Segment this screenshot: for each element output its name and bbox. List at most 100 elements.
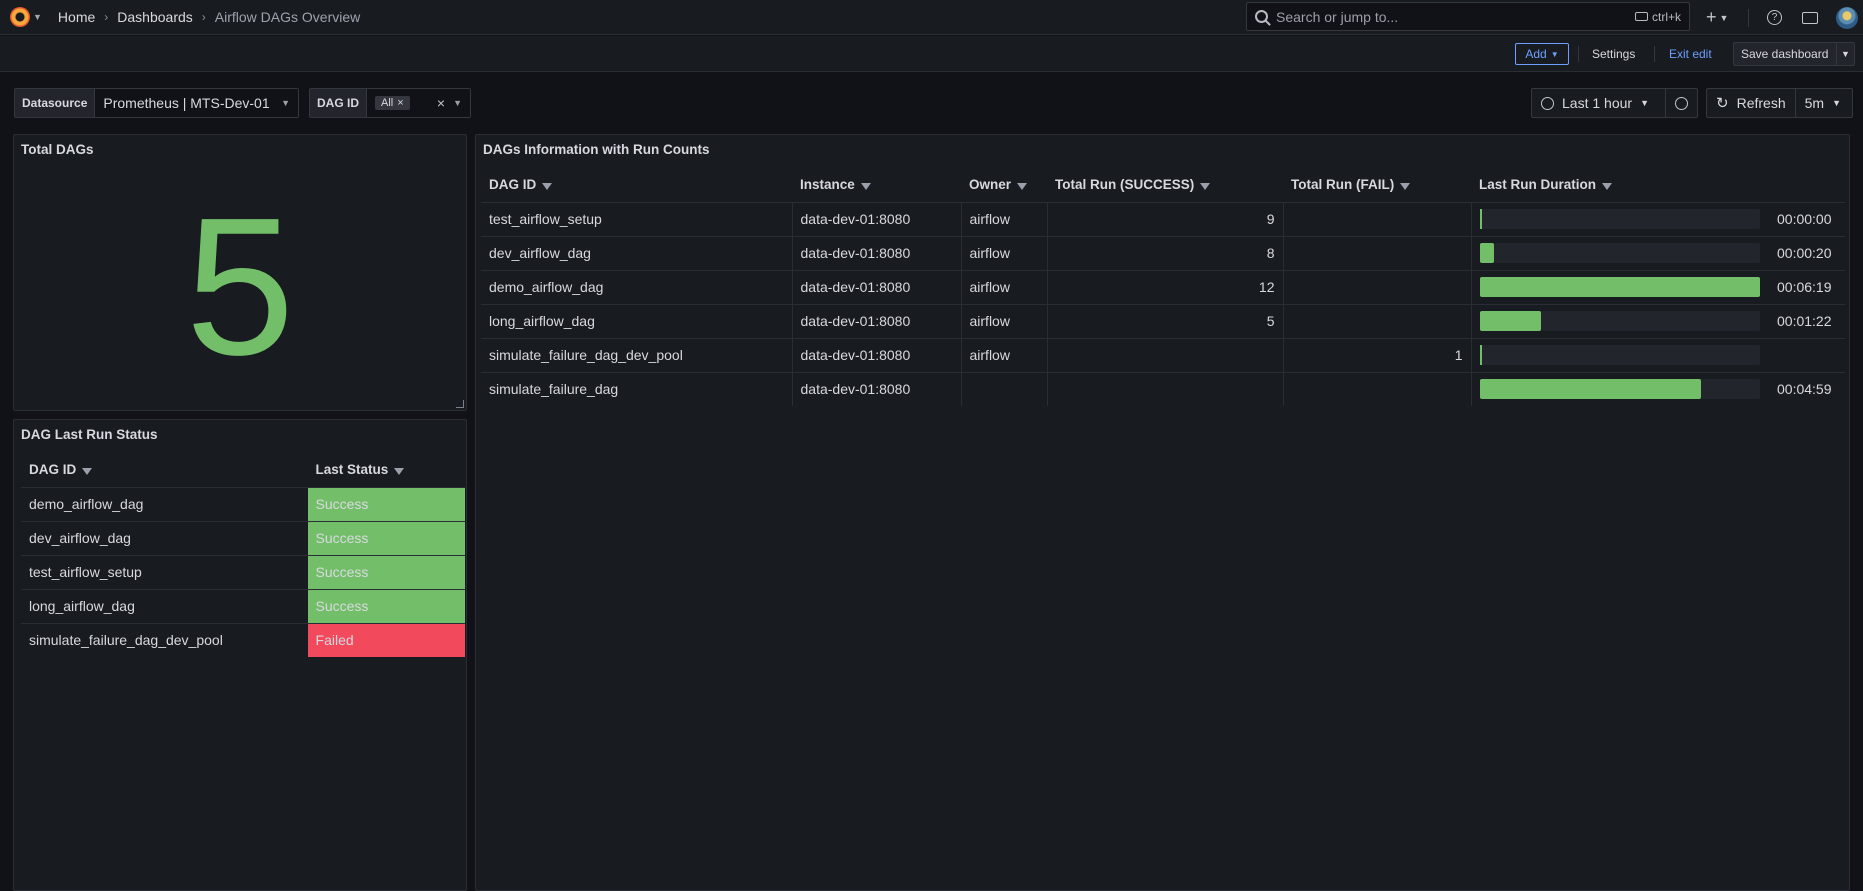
duration-gauge: 00:01:22 bbox=[1479, 311, 1838, 331]
owner-cell: airflow bbox=[961, 269, 1048, 304]
duration-gauge: 00:00:00 bbox=[1479, 209, 1838, 229]
success-count-cell: 5 bbox=[1047, 303, 1284, 338]
breadcrumb-dashboards[interactable]: Dashboards bbox=[117, 9, 193, 25]
dag-id-cell: dev_airflow_dag bbox=[21, 520, 308, 555]
refresh-icon: ↻ bbox=[1716, 95, 1729, 112]
filter-icon[interactable] bbox=[394, 468, 405, 476]
refresh-button[interactable]: ↻ Refresh bbox=[1707, 89, 1796, 117]
total-dags-value: 5 bbox=[185, 177, 295, 396]
dag-id-cell: simulate_failure_dag_dev_pool bbox=[481, 337, 793, 372]
divider bbox=[1748, 8, 1749, 27]
filter-icon[interactable] bbox=[1602, 183, 1612, 191]
keyboard-shortcut: ctrl+k bbox=[1634, 10, 1681, 24]
table-row: simulate_failure_dag_dev_pool data-dev-01… bbox=[481, 337, 1845, 372]
filter-icon[interactable] bbox=[1017, 183, 1028, 191]
time-range-button[interactable]: Last 1 hour ▼ bbox=[1532, 89, 1666, 117]
column-header-dag-id[interactable]: DAG ID bbox=[481, 168, 792, 202]
dag-id-chip[interactable]: All × bbox=[375, 96, 410, 110]
datasource-select[interactable]: Prometheus | MTS-Dev-01 ▼ bbox=[95, 89, 298, 117]
help-icon[interactable]: ? bbox=[1767, 10, 1782, 25]
column-header-owner[interactable]: Owner bbox=[961, 168, 1047, 202]
table-header-row: DAG ID Instance Owner Total Run (SUCCESS… bbox=[481, 168, 1845, 202]
duration-bar-fill bbox=[1479, 243, 1494, 263]
filter-icon[interactable] bbox=[1200, 183, 1211, 191]
instance-cell: data-dev-01:8080 bbox=[792, 371, 962, 406]
info-table-body: test_airflow_setup data-dev-01:8080 airflo… bbox=[481, 201, 1845, 406]
column-label: Instance bbox=[800, 177, 855, 193]
datasource-value: Prometheus | MTS-Dev-01 bbox=[103, 95, 270, 111]
total-dags-panel[interactable]: Total DAGs 5 bbox=[13, 134, 467, 411]
topbar-actions: + ▼ ? bbox=[1700, 0, 1858, 35]
keyboard-icon bbox=[1634, 12, 1648, 21]
column-label: Last Run Duration bbox=[1479, 177, 1596, 193]
filter-icon[interactable] bbox=[542, 183, 553, 191]
column-header-last-status[interactable]: Last Status bbox=[308, 453, 465, 487]
filter-icon[interactable] bbox=[1400, 183, 1411, 191]
column-label: Total Run (SUCCESS) bbox=[1055, 177, 1195, 193]
column-header-total-run-fail[interactable]: Total Run (FAIL) bbox=[1283, 168, 1471, 202]
duration-gauge: 00:00:20 bbox=[1479, 243, 1838, 263]
table-row: simulate_failure_dag_dev_pool Failed bbox=[21, 622, 465, 657]
breadcrumb-home[interactable]: Home bbox=[58, 9, 95, 25]
status-cell: Failed bbox=[307, 622, 465, 657]
settings-button[interactable]: Settings bbox=[1592, 43, 1635, 65]
search-input[interactable]: Search or jump to... ctrl+k bbox=[1246, 2, 1690, 31]
dag-last-run-status-panel[interactable]: DAG Last Run Status DAG ID Last Status d… bbox=[13, 419, 467, 891]
refresh-interval-value: 5m bbox=[1804, 95, 1825, 111]
time-range-label: Last 1 hour bbox=[1562, 95, 1633, 111]
column-header-last-run-duration[interactable]: Last Run Duration bbox=[1471, 168, 1845, 202]
dag-id-cell: long_airflow_dag bbox=[21, 588, 308, 623]
duration-value: 00:00:00 bbox=[1777, 211, 1832, 227]
new-menu-button[interactable]: + ▼ bbox=[1706, 7, 1740, 28]
owner-cell: airflow bbox=[961, 303, 1048, 338]
fail-count-cell bbox=[1283, 269, 1472, 304]
kiosk-mode-icon[interactable] bbox=[1802, 11, 1818, 24]
instance-cell: data-dev-01:8080 bbox=[792, 337, 962, 372]
duration-bar bbox=[1479, 277, 1760, 297]
column-header-instance[interactable]: Instance bbox=[792, 168, 961, 202]
search-icon bbox=[1255, 10, 1268, 23]
duration-bar-fill bbox=[1479, 209, 1482, 229]
filter-icon[interactable] bbox=[860, 183, 871, 191]
success-count-cell: 12 bbox=[1047, 269, 1284, 304]
zoom-out-button[interactable] bbox=[1666, 89, 1697, 117]
panel-title: DAG Last Run Status bbox=[21, 427, 158, 442]
resize-handle-icon[interactable] bbox=[456, 400, 464, 408]
grafana-logo-icon[interactable] bbox=[10, 7, 30, 27]
zoom-out-icon bbox=[1675, 96, 1688, 110]
dags-information-panel[interactable]: DAGs Information with Run Counts DAG ID … bbox=[475, 134, 1850, 891]
chip-label: All bbox=[381, 97, 394, 109]
duration-value: 00:00:20 bbox=[1777, 245, 1832, 261]
column-header-total-run-success[interactable]: Total Run (SUCCESS) bbox=[1047, 168, 1283, 202]
status-cell: Success bbox=[307, 554, 465, 589]
dag-id-select[interactable]: All × × ▼ bbox=[367, 89, 470, 117]
dag-id-cell: test_airflow_setup bbox=[481, 201, 793, 236]
refresh-interval-select[interactable]: 5m ▼ bbox=[1796, 89, 1850, 117]
duration-bar bbox=[1479, 379, 1760, 400]
time-picker: Last 1 hour ▼ bbox=[1531, 88, 1698, 118]
exit-edit-button[interactable]: Exit edit bbox=[1669, 43, 1712, 65]
status-cell: Success bbox=[307, 486, 465, 521]
column-header-dag-id[interactable]: DAG ID bbox=[21, 453, 308, 487]
clear-icon[interactable]: × bbox=[437, 95, 445, 111]
chevron-down-icon[interactable]: ▼ bbox=[33, 12, 42, 22]
dag-id-cell: long_airflow_dag bbox=[481, 303, 793, 338]
table-row: dev_airflow_dag data-dev-01:8080 airflow 8 0… bbox=[481, 235, 1845, 270]
remove-chip-icon[interactable]: × bbox=[397, 97, 403, 109]
duration-cell: 00:00:20 bbox=[1471, 235, 1845, 270]
chevron-down-icon[interactable]: ▼ bbox=[1836, 43, 1854, 65]
duration-gauge bbox=[1479, 345, 1838, 365]
breadcrumb-current: Airflow DAGs Overview bbox=[214, 9, 361, 25]
breadcrumb-separator-icon: › bbox=[201, 10, 206, 24]
dags-info-table: DAG ID Instance Owner Total Run (SUCCESS… bbox=[481, 168, 1845, 406]
duration-value: 00:04:59 bbox=[1777, 381, 1832, 398]
duration-bar bbox=[1479, 209, 1760, 229]
add-button[interactable]: Add ▼ bbox=[1515, 43, 1569, 65]
instance-cell: data-dev-01:8080 bbox=[792, 269, 962, 304]
user-avatar[interactable] bbox=[1836, 6, 1858, 29]
duration-bar-fill bbox=[1479, 277, 1760, 297]
duration-bar-fill bbox=[1479, 379, 1701, 400]
duration-gauge: 00:06:19 bbox=[1479, 277, 1838, 297]
filter-icon[interactable] bbox=[82, 468, 93, 476]
save-dashboard-button[interactable]: Save dashboard ▼ bbox=[1733, 42, 1855, 66]
